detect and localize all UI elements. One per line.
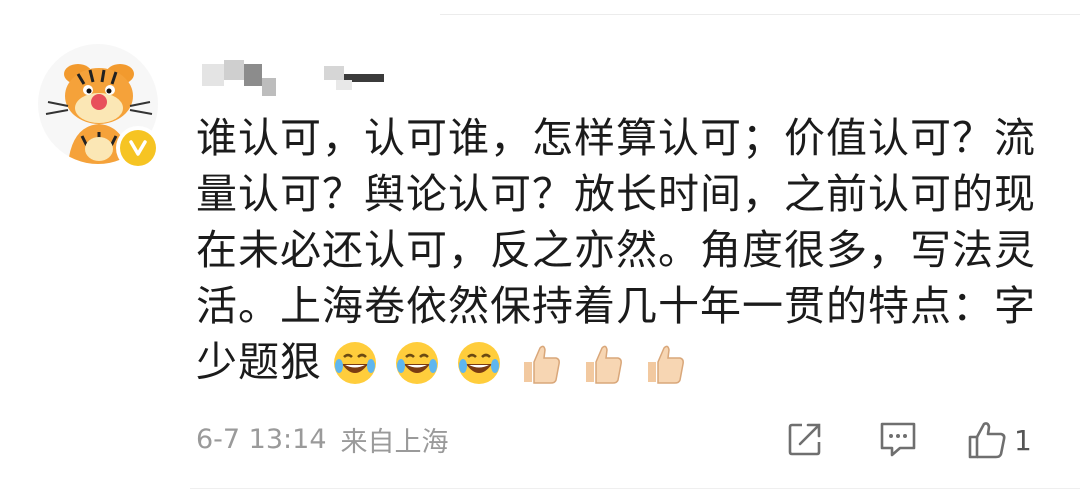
bottom-divider bbox=[190, 488, 1080, 489]
timestamp: 6-7 13:14 bbox=[196, 424, 327, 455]
comment-meta: 6-7 13:14 来自上海 bbox=[196, 420, 449, 459]
location: 来自上海 bbox=[340, 427, 449, 458]
pixelated-username-icon bbox=[202, 60, 384, 96]
comment-icon bbox=[880, 422, 916, 457]
thumbs-up-emoji bbox=[518, 340, 564, 386]
like-icon bbox=[968, 422, 1006, 459]
comment-button[interactable] bbox=[878, 420, 918, 458]
user-avatar[interactable] bbox=[38, 44, 160, 170]
laugh-cry-emoji bbox=[456, 340, 502, 386]
like-button[interactable]: 1 bbox=[966, 420, 1032, 460]
verified-badge bbox=[116, 126, 160, 170]
share-icon bbox=[788, 423, 821, 456]
comment-text: 谁认可，认可谁，怎样算认可；价值认可？流量认可？舆论认可？放长时间，之前认可的现… bbox=[196, 110, 1056, 390]
like-count: 1 bbox=[1014, 423, 1032, 457]
username-mosaic[interactable] bbox=[196, 56, 396, 98]
thumbs-up-emoji bbox=[642, 340, 688, 386]
laugh-cry-emoji bbox=[332, 340, 378, 386]
share-button[interactable] bbox=[786, 420, 824, 458]
verified-check-icon bbox=[129, 140, 147, 156]
thumbs-up-emoji bbox=[580, 340, 626, 386]
top-divider bbox=[440, 14, 1080, 15]
laugh-cry-emoji bbox=[394, 340, 440, 386]
